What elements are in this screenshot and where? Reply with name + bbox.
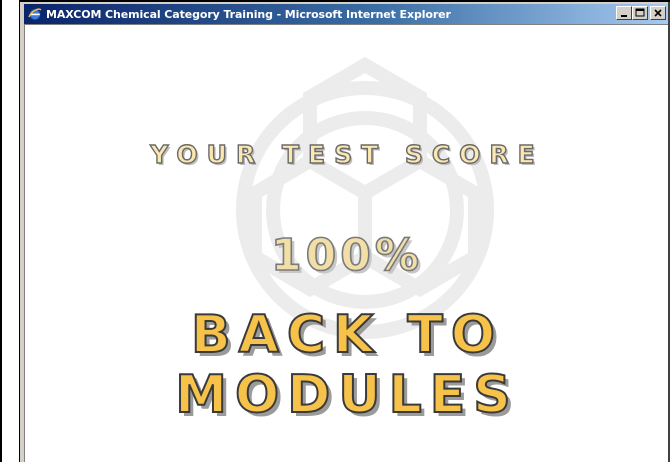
back-link-line-1[interactable]: BACK TO (25, 304, 668, 366)
back-link-line-2[interactable]: MODULES (25, 364, 668, 426)
minimize-icon (621, 15, 627, 17)
maximize-icon (635, 8, 645, 17)
page-content: YOUR TEST SCORE 100% BACK TO MODULES (24, 24, 668, 462)
window-controls (616, 6, 666, 20)
maximize-button[interactable] (632, 6, 648, 20)
internet-explorer-icon (27, 6, 43, 22)
test-score-heading: YOUR TEST SCORE (150, 139, 544, 169)
screen: MAXCOM Chemical Category Training - Micr… (0, 0, 670, 462)
window-title: MAXCOM Chemical Category Training - Micr… (46, 7, 451, 21)
close-button[interactable] (650, 6, 666, 20)
browser-window: MAXCOM Chemical Category Training - Micr… (20, 2, 670, 462)
left-panel (0, 0, 20, 462)
test-score-value: 100% (270, 229, 423, 282)
close-icon (654, 9, 662, 17)
title-bar[interactable]: MAXCOM Chemical Category Training - Micr… (24, 4, 668, 24)
minimize-button[interactable] (616, 6, 632, 20)
back-to-modules-link[interactable]: BACK TO MODULES (25, 304, 668, 426)
maxcom-logo-watermark (236, 56, 494, 339)
